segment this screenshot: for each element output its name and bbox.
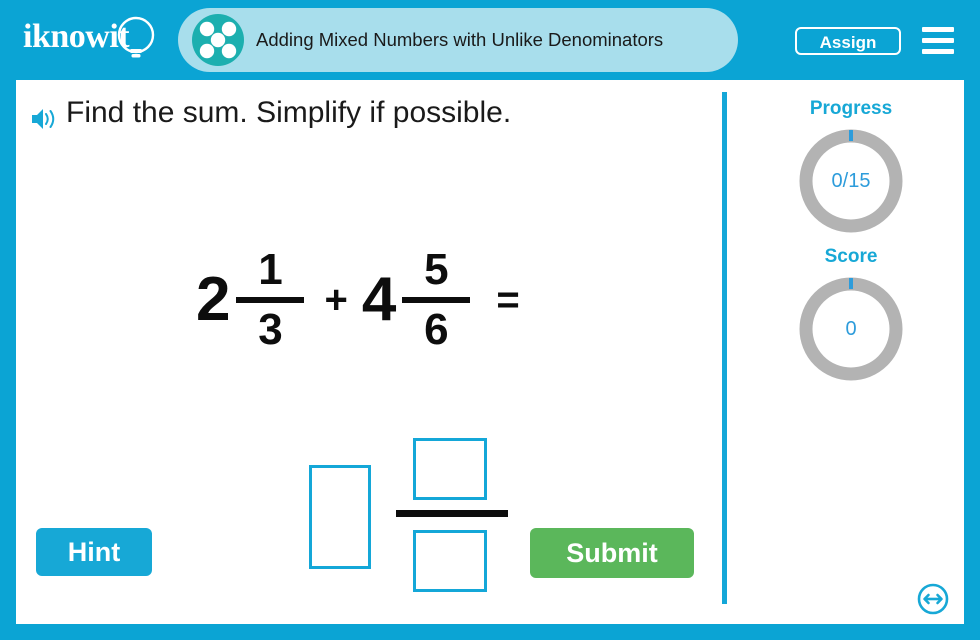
speaker-icon[interactable]: [30, 106, 60, 132]
panel-divider: [722, 92, 727, 604]
term2-fraction-bar: [402, 297, 471, 303]
menu-bar: [922, 38, 954, 43]
term1-numerator: 1: [258, 244, 283, 294]
lesson-title: Adding Mixed Numbers with Unlike Denomin…: [256, 29, 664, 50]
score-value: 0: [845, 317, 857, 340]
menu-bar: [922, 49, 954, 54]
progress-label: Progress: [809, 98, 893, 119]
menu-bar: [922, 27, 954, 32]
five-dot-circle-icon: [192, 14, 244, 66]
iknowit-logo[interactable]: iknowit: [20, 14, 170, 66]
answer-input-area: [296, 430, 556, 610]
answer-whole-input[interactable]: [309, 465, 371, 569]
score-ring: 0: [794, 272, 908, 386]
answer-fraction-bar: [396, 510, 508, 517]
lightbulb-icon: [117, 16, 155, 58]
question-prompt-text: Find the sum. Simplify if possible.: [66, 96, 512, 129]
equation-operator: +: [324, 278, 348, 322]
term2-numerator: 5: [424, 244, 449, 294]
hint-button[interactable]: Hint: [36, 528, 152, 576]
stats-sidebar: Progress 0/15 Score 0: [738, 80, 964, 624]
term1-fraction-bar: [236, 297, 305, 303]
submit-button[interactable]: Submit: [530, 528, 694, 578]
term1-fraction: 1 3: [236, 244, 305, 354]
score-label: Score: [824, 246, 878, 267]
progress-ring: 0/15: [794, 124, 908, 238]
term2-denominator: 6: [424, 305, 449, 354]
answer-denominator-input[interactable]: [413, 530, 487, 592]
lesson-title-pill: Adding Mixed Numbers with Unlike Denomin…: [178, 8, 738, 72]
progress-value: 0/15: [831, 169, 871, 192]
resize-horizontal-icon[interactable]: [916, 582, 950, 616]
term1-whole: 2: [196, 265, 231, 334]
term2-whole: 4: [361, 265, 397, 334]
content-card: Find the sum. Simplify if possible. 2 1 …: [16, 80, 964, 624]
answer-numerator-input[interactable]: [413, 438, 487, 500]
app-header: iknowit Adding Mixed Numbers with Unlike…: [0, 0, 980, 80]
term1-denominator: 3: [258, 305, 283, 354]
equals-sign: =: [496, 278, 520, 322]
term2-fraction: 5 6: [402, 244, 471, 354]
equation: 2 1 3 + 4 5 6 =: [196, 240, 520, 360]
assign-button[interactable]: Assign: [795, 27, 901, 55]
app-window: iknowit Adding Mixed Numbers with Unlike…: [0, 0, 980, 640]
hamburger-menu-icon[interactable]: [922, 26, 954, 56]
question-prompt-row: Find the sum. Simplify if possible.: [30, 96, 670, 142]
